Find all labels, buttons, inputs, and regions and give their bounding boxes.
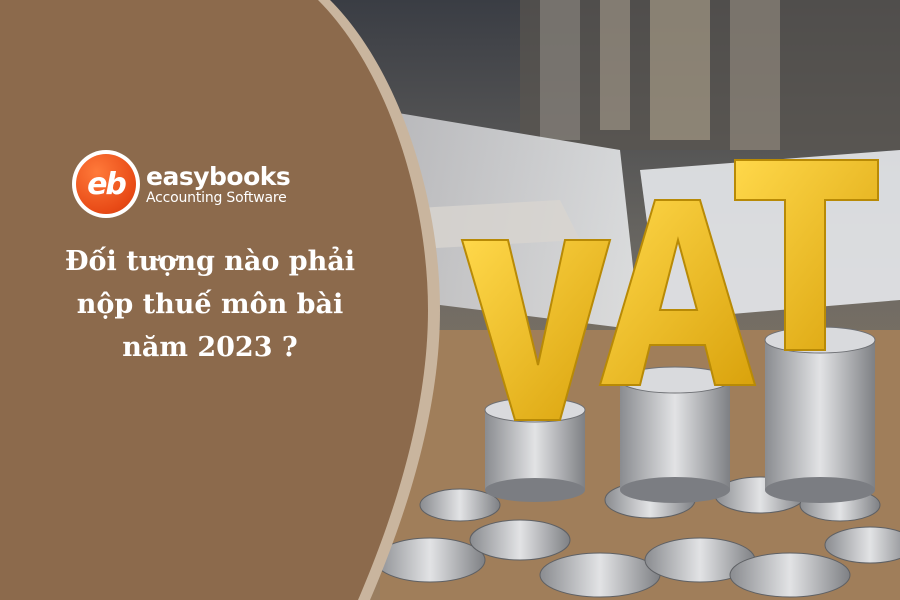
brand-tagline: Accounting Software [146,189,287,206]
logo-badge-icon: eb [72,150,140,218]
brand-name: easybooks [146,161,291,191]
banner: eb easybooks Accounting Software Đối tượ… [0,0,900,600]
logo-wordmark: easybooks Accounting Software [146,161,291,206]
easybooks-logo: eb easybooks Accounting Software [72,150,291,218]
logo-mark-text: eb [76,154,136,214]
headline-line-1: Đối tượng nào phải [64,246,356,277]
headline: Đối tượng nào phải nộp thuế môn bài năm … [20,240,400,369]
headline-line-2: nộp thuế môn bài [76,289,344,320]
headline-line-3: năm 2023 ? [122,332,298,363]
